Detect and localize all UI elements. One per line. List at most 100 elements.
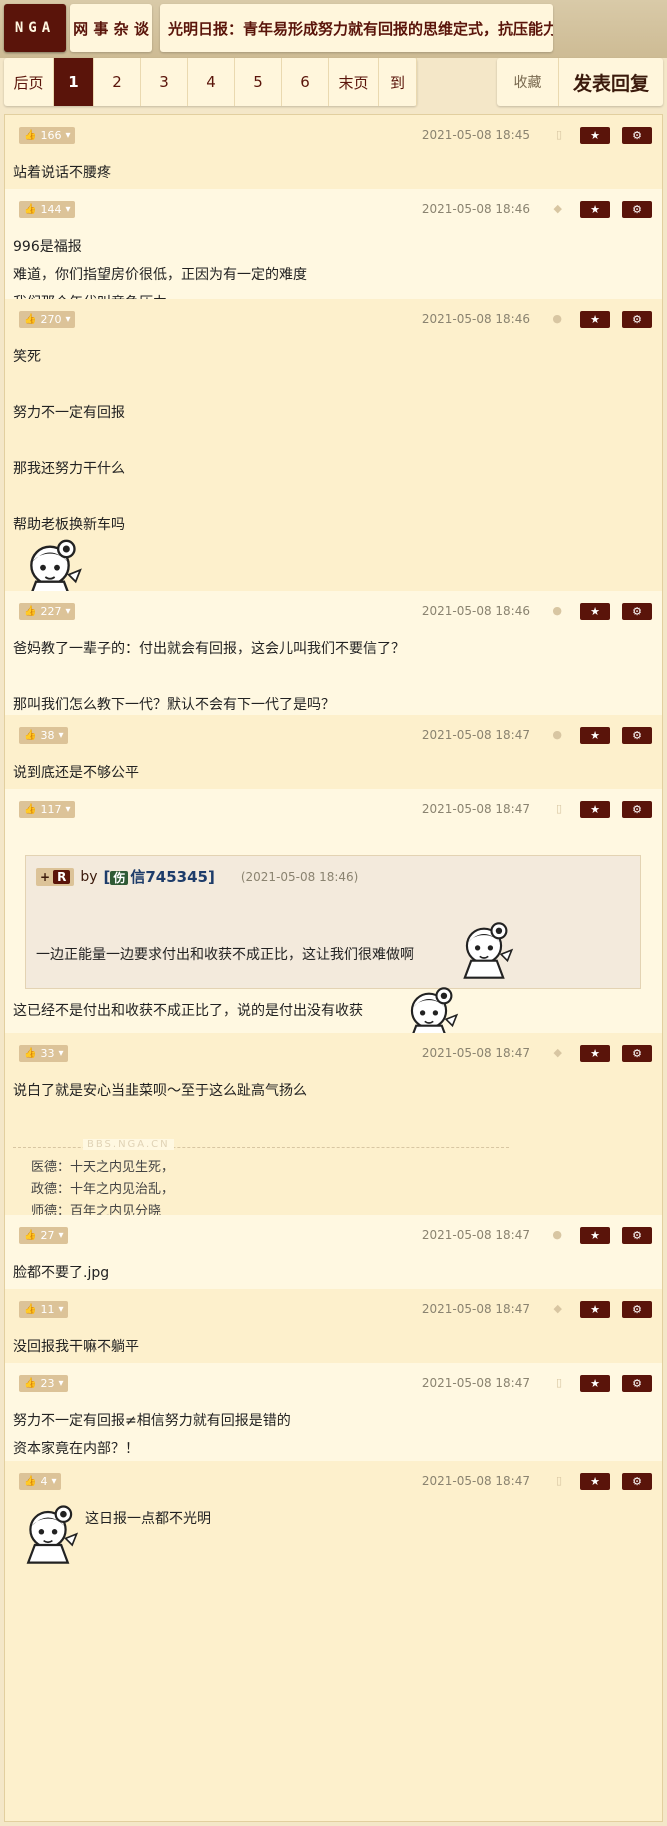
vote-button[interactable]: 👍 11 ▾ bbox=[19, 1301, 69, 1318]
star-icon[interactable]: ★ bbox=[580, 1227, 610, 1244]
quote-sticker bbox=[452, 918, 516, 986]
post-content: 这已经不是付出和收获不成正比了，说的是付出没有收获 bbox=[13, 997, 363, 1025]
thumbs-down-icon[interactable]: ▾ bbox=[65, 606, 70, 617]
star-icon[interactable]: ★ bbox=[580, 1375, 610, 1392]
android-icon: ◆ bbox=[553, 202, 562, 215]
page-link-6[interactable]: 6 bbox=[282, 58, 329, 106]
breadcrumb-forum[interactable]: 网 事 杂 谈 bbox=[70, 4, 152, 52]
vote-button[interactable]: 👍 33 ▾ bbox=[19, 1045, 69, 1062]
gear-icon[interactable]: ⚙ bbox=[622, 311, 652, 328]
vote-count: 27 bbox=[40, 1229, 55, 1242]
thumbs-up-icon[interactable]: 👍 bbox=[24, 606, 36, 617]
vote-button[interactable]: 👍 166 ▾ bbox=[19, 127, 76, 144]
post-reply-button[interactable]: 发表回复 bbox=[559, 58, 663, 106]
post-line: 这已经不是付出和收获不成正比了，说的是付出没有收获 bbox=[13, 1003, 363, 1019]
vote-button[interactable]: 👍 117 ▾ bbox=[19, 801, 76, 818]
star-icon[interactable]: ★ bbox=[580, 603, 610, 620]
post-line bbox=[13, 663, 405, 691]
post-line: 努力不一定有回报≠相信努力就有回报是错的 bbox=[13, 1413, 291, 1429]
gear-icon[interactable]: ⚙ bbox=[622, 1473, 652, 1490]
post: 👍 144 ▾ 2021-05-08 18:46 ◆ ★ ⚙ 996是福报 难道，你们指望房价很… bbox=[5, 189, 662, 311]
gear-icon[interactable]: ⚙ bbox=[622, 1227, 652, 1244]
post: 👍 38 ▾ 2021-05-08 18:47 ● ★ ⚙ 说到底还是不够公平 bbox=[5, 715, 662, 789]
post-line bbox=[13, 427, 125, 455]
star-icon[interactable]: ★ bbox=[580, 1045, 610, 1062]
vote-button[interactable]: 👍 23 ▾ bbox=[19, 1375, 69, 1392]
star-icon[interactable]: ★ bbox=[580, 801, 610, 818]
vote-button[interactable]: 👍 38 ▾ bbox=[19, 727, 69, 744]
gear-icon[interactable]: ⚙ bbox=[622, 1375, 652, 1392]
thread-actions: 收藏 发表回复 bbox=[497, 58, 663, 106]
page-link-7[interactable]: 末页 bbox=[329, 58, 379, 106]
gear-icon[interactable]: ⚙ bbox=[622, 127, 652, 144]
vote-count: 23 bbox=[40, 1377, 55, 1390]
thumbs-down-icon[interactable]: ▾ bbox=[58, 1048, 63, 1059]
post-content: 说到底还是不够公平 bbox=[13, 759, 139, 787]
thumbs-up-icon[interactable]: 👍 bbox=[24, 204, 36, 215]
thumbs-up-icon[interactable]: 👍 bbox=[24, 130, 36, 141]
thumbs-up-icon[interactable]: 👍 bbox=[24, 1304, 36, 1315]
page-link-5[interactable]: 5 bbox=[235, 58, 282, 106]
thumbs-down-icon[interactable]: ▾ bbox=[65, 204, 70, 215]
vote-button[interactable]: 👍 227 ▾ bbox=[19, 603, 76, 620]
page-link-4[interactable]: 4 bbox=[188, 58, 235, 106]
thumbs-up-icon[interactable]: 👍 bbox=[24, 730, 36, 741]
star-icon[interactable]: ★ bbox=[580, 201, 610, 218]
quote-rate-button[interactable]: + R bbox=[36, 867, 75, 886]
top-bar: NGA 网 事 杂 谈 光明日报：青年易形成努力就有回报的思维定式，抗压能力差 bbox=[0, 0, 667, 58]
sticker bbox=[15, 1501, 81, 1571]
post-date: 2021-05-08 18:47 bbox=[421, 728, 530, 742]
post-line: 笑死 bbox=[13, 349, 41, 365]
vote-button[interactable]: 👍 27 ▾ bbox=[19, 1227, 69, 1244]
thumbs-up-icon[interactable]: 👍 bbox=[24, 1048, 36, 1059]
gear-icon[interactable]: ⚙ bbox=[622, 201, 652, 218]
apple-icon: ● bbox=[552, 1228, 562, 1241]
vote-count: 117 bbox=[40, 803, 62, 816]
favorite-button[interactable]: 收藏 bbox=[497, 58, 559, 106]
post: 👍 227 ▾ 2021-05-08 18:46 ● ★ ⚙ 爸妈教了一辈子的：付出就会有回报… bbox=[5, 591, 662, 715]
page-link-8[interactable]: 到 bbox=[379, 58, 417, 106]
vote-button[interactable]: 👍 144 ▾ bbox=[19, 201, 76, 218]
thumbs-down-icon[interactable]: ▾ bbox=[65, 804, 70, 815]
gear-icon[interactable]: ⚙ bbox=[622, 1301, 652, 1318]
gear-icon[interactable]: ⚙ bbox=[622, 1045, 652, 1062]
post-date: 2021-05-08 18:45 bbox=[421, 128, 530, 142]
gear-icon[interactable]: ⚙ bbox=[622, 603, 652, 620]
page-link-1[interactable]: 1 bbox=[54, 58, 94, 106]
star-icon[interactable]: ★ bbox=[580, 127, 610, 144]
signature-watermark: BBS.NGA.CN bbox=[83, 1139, 174, 1150]
post-line: 996是福报 bbox=[13, 239, 82, 255]
thumbs-up-icon[interactable]: 👍 bbox=[24, 804, 36, 815]
gear-icon[interactable]: ⚙ bbox=[622, 727, 652, 744]
page-link-3[interactable]: 3 bbox=[141, 58, 188, 106]
thumbs-up-icon[interactable]: 👍 bbox=[24, 1378, 36, 1389]
signature-line: 医德：十天之内见生死， bbox=[31, 1160, 175, 1175]
star-icon[interactable]: ★ bbox=[580, 727, 610, 744]
post: 👍 270 ▾ 2021-05-08 18:46 ● ★ ⚙ 笑死 努力不一定有回报 那我还努力干… bbox=[5, 299, 662, 591]
thumbs-down-icon[interactable]: ▾ bbox=[58, 1230, 63, 1241]
star-icon[interactable]: ★ bbox=[580, 1473, 610, 1490]
page-link-0[interactable]: 后页 bbox=[4, 58, 54, 106]
star-icon[interactable]: ★ bbox=[580, 1301, 610, 1318]
thumbs-down-icon[interactable]: ▾ bbox=[65, 130, 70, 141]
page-link-2[interactable]: 2 bbox=[94, 58, 141, 106]
post-line: 站着说话不腰疼 bbox=[13, 165, 111, 181]
thumbs-down-icon[interactable]: ▾ bbox=[58, 1378, 63, 1389]
thumbs-down-icon[interactable]: ▾ bbox=[58, 1304, 63, 1315]
thumbs-up-icon[interactable]: 👍 bbox=[24, 1476, 36, 1487]
post-date: 2021-05-08 18:47 bbox=[421, 1376, 530, 1390]
vote-button[interactable]: 👍 270 ▾ bbox=[19, 311, 76, 328]
page-title[interactable]: 光明日报：青年易形成努力就有回报的思维定式，抗压能力差 bbox=[160, 4, 553, 52]
thumbs-down-icon[interactable]: ▾ bbox=[51, 1476, 56, 1487]
post-line: 脸都不要了.jpg bbox=[13, 1265, 110, 1281]
thumbs-down-icon[interactable]: ▾ bbox=[65, 314, 70, 325]
gear-icon[interactable]: ⚙ bbox=[622, 801, 652, 818]
vote-button[interactable]: 👍 4 ▾ bbox=[19, 1473, 62, 1490]
nga-logo[interactable]: NGA bbox=[4, 4, 66, 52]
thumbs-down-icon[interactable]: ▾ bbox=[58, 730, 63, 741]
star-icon[interactable]: ★ bbox=[580, 311, 610, 328]
thumbs-up-icon[interactable]: 👍 bbox=[24, 1230, 36, 1241]
vote-count: 166 bbox=[40, 129, 62, 142]
quote-username[interactable]: [伤信745345] bbox=[103, 866, 214, 887]
thumbs-up-icon[interactable]: 👍 bbox=[24, 314, 36, 325]
